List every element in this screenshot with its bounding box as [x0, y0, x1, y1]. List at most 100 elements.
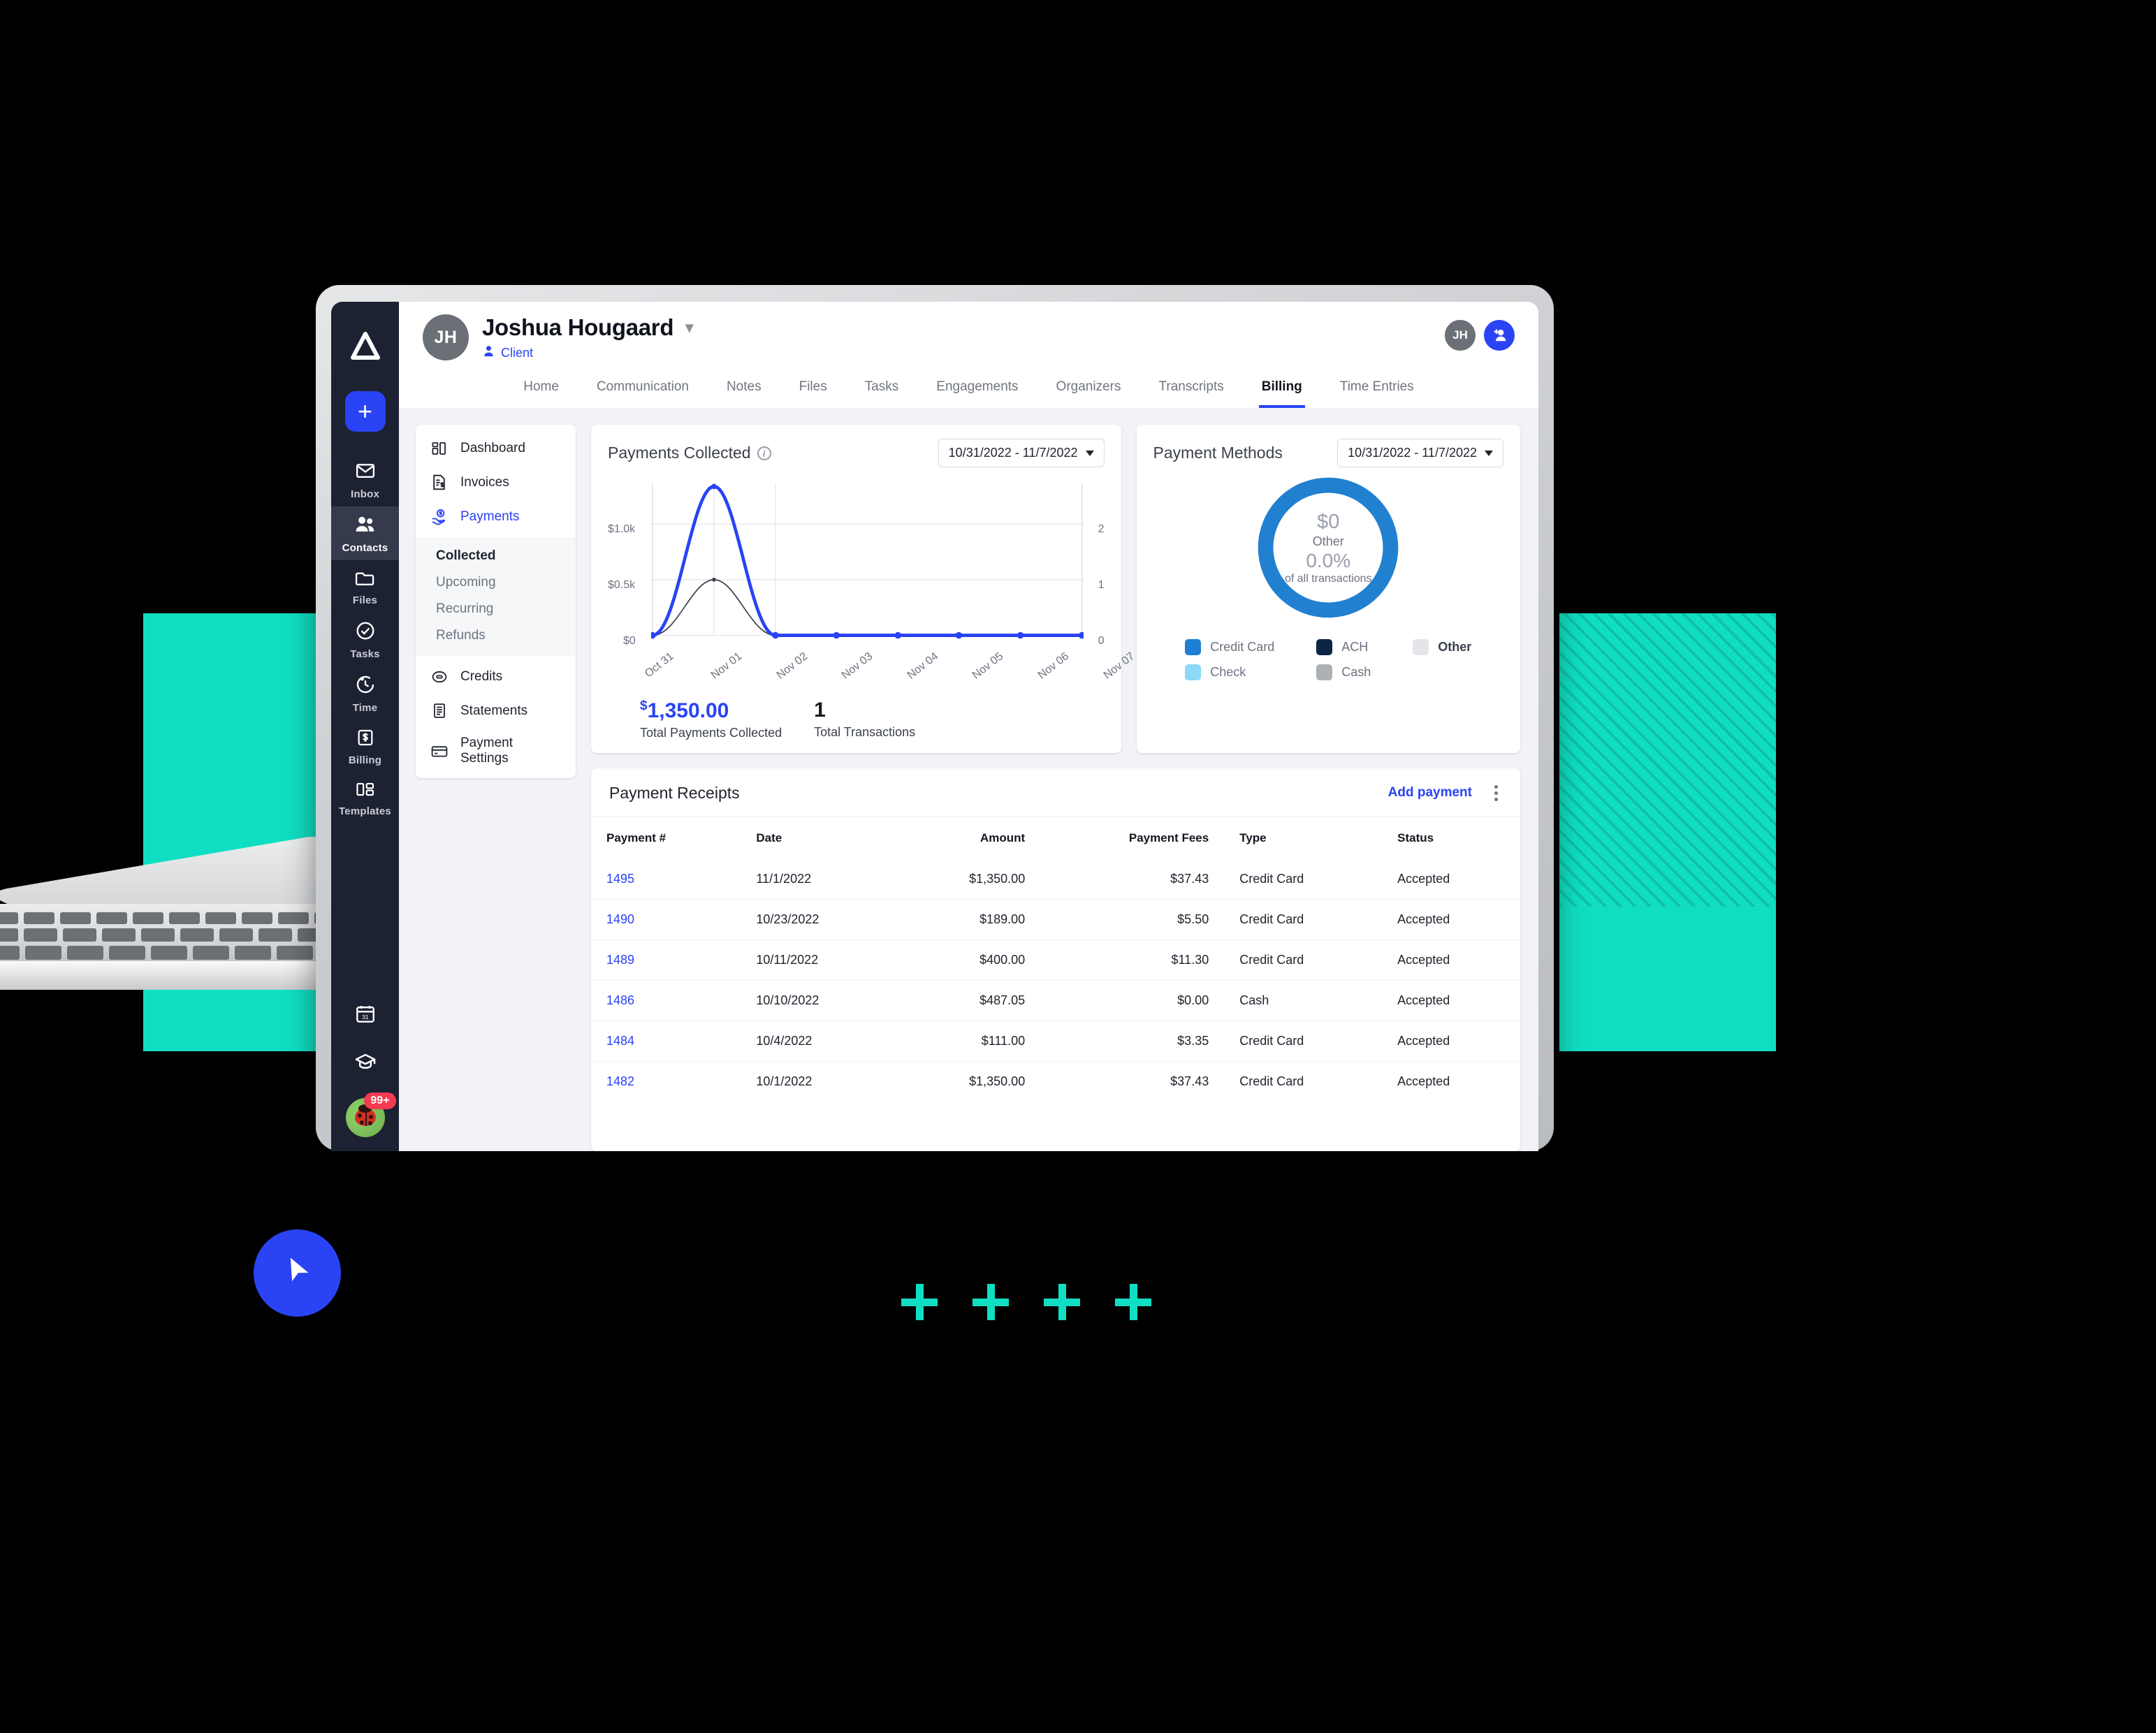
- cursor-arrow-icon: [290, 1257, 308, 1281]
- subnav-item-recurring[interactable]: Recurring: [416, 596, 576, 622]
- role-label: Client: [501, 345, 534, 360]
- tab-organizers[interactable]: Organizers: [1054, 376, 1124, 408]
- subnav-item-payment-settings[interactable]: Payment Settings: [416, 728, 576, 774]
- primary-sidebar: + Inbox Contacts Files Tasks Time Billin…: [331, 302, 399, 1151]
- bug-avatar[interactable]: 99+: [345, 1092, 396, 1137]
- tab-time-entries[interactable]: Time Entries: [1337, 376, 1417, 408]
- content-body: Dashboard Invoices Payments Collected Up…: [399, 408, 1538, 1151]
- tab-engagements[interactable]: Engagements: [933, 376, 1021, 408]
- graduation-cap-icon[interactable]: [354, 1051, 377, 1076]
- table-row[interactable]: 1489 10/11/2022 $400.00 $11.30 Credit Ca…: [591, 939, 1520, 980]
- donut-center-amount: $0: [1317, 510, 1340, 533]
- legend-item-other[interactable]: Other: [1413, 639, 1471, 655]
- more-vertical-icon[interactable]: [1490, 782, 1502, 804]
- subnav-item-invoices[interactable]: Invoices: [416, 465, 576, 499]
- donut-chart: $0 Other 0.0% of all transactions: [1252, 471, 1404, 624]
- cell-date: 10/11/2022: [741, 939, 897, 980]
- sidebar-item-contacts[interactable]: Contacts: [331, 506, 399, 560]
- y-axis-tick-right: 1: [1098, 579, 1105, 591]
- column-amount[interactable]: Amount: [896, 817, 1040, 859]
- legend-label: ACH: [1341, 640, 1369, 654]
- add-person-icon[interactable]: [1484, 320, 1515, 351]
- tab-notes[interactable]: Notes: [724, 376, 764, 408]
- legend-swatch: [1413, 639, 1429, 655]
- legend-item-ach[interactable]: ACH: [1316, 639, 1371, 655]
- legend-item-check[interactable]: Check: [1185, 664, 1274, 680]
- sidebar-item-templates[interactable]: Templates: [331, 773, 399, 824]
- cell-payment-number[interactable]: 1490: [591, 898, 741, 939]
- methods-date-range-select[interactable]: 10/31/2022 - 11/7/2022: [1337, 439, 1503, 467]
- legend-item-credit-card[interactable]: Credit Card: [1185, 639, 1274, 655]
- chevron-down-icon[interactable]: ▾: [685, 319, 693, 337]
- tab-communication[interactable]: Communication: [594, 376, 692, 408]
- table-row[interactable]: 1484 10/4/2022 $111.00 $3.35 Credit Card…: [591, 1020, 1520, 1061]
- line-chart-plot: [651, 483, 1084, 639]
- tab-home[interactable]: Home: [520, 376, 562, 408]
- table-row[interactable]: 1482 10/1/2022 $1,350.00 $37.43 Credit C…: [591, 1060, 1520, 1102]
- top-right-actions: JH: [1445, 314, 1515, 351]
- payments-date-range-select[interactable]: 10/31/2022 - 11/7/2022: [938, 439, 1105, 467]
- info-icon[interactable]: i: [757, 446, 771, 460]
- cell-payment-number[interactable]: 1482: [591, 1060, 741, 1102]
- table-row[interactable]: 1495 11/1/2022 $1,350.00 $37.43 Credit C…: [591, 859, 1520, 900]
- subnav-item-upcoming[interactable]: Upcoming: [416, 569, 576, 596]
- sidebar-item-inbox[interactable]: Inbox: [331, 453, 399, 506]
- sidebar-item-tasks[interactable]: Tasks: [331, 613, 399, 666]
- invoice-icon: [430, 473, 449, 492]
- subnav-item-refunds[interactable]: Refunds: [416, 622, 576, 649]
- sidebar-item-billing[interactable]: Billing: [331, 720, 399, 773]
- column-payment-number[interactable]: Payment #: [591, 817, 741, 859]
- cell-type: Credit Card: [1224, 1060, 1383, 1102]
- column-payment-fees[interactable]: Payment Fees: [1040, 817, 1224, 859]
- subnav-item-label: Statements: [460, 703, 528, 718]
- cell-payment-number[interactable]: 1484: [591, 1020, 741, 1061]
- tab-tasks[interactable]: Tasks: [862, 376, 902, 408]
- subnav-item-collected[interactable]: Collected: [416, 543, 576, 569]
- subnav-item-statements[interactable]: Statements: [416, 694, 576, 728]
- x-axis-tick: Oct 31: [642, 650, 676, 680]
- cell-payment-number[interactable]: 1489: [591, 939, 741, 980]
- x-axis-tick: Nov 03: [839, 650, 875, 682]
- sidebar-item-time[interactable]: Time: [331, 666, 399, 720]
- y-axis-tick-left: $0.5k: [608, 579, 636, 591]
- plus-mark-icon: [901, 1284, 938, 1320]
- subnav-item-payments[interactable]: Payments: [416, 499, 576, 534]
- column-type[interactable]: Type: [1224, 817, 1382, 859]
- y-axis-tick-left: $0: [623, 635, 636, 647]
- cell-status: Accepted: [1382, 1020, 1520, 1061]
- subnav-item-dashboard[interactable]: Dashboard: [416, 431, 576, 465]
- column-status[interactable]: Status: [1382, 817, 1520, 859]
- sidebar-item-label: Time: [352, 702, 378, 714]
- cell-type: Credit Card: [1224, 898, 1383, 939]
- cell-payment-number[interactable]: 1486: [591, 979, 741, 1021]
- column-date[interactable]: Date: [741, 817, 896, 859]
- role-badge[interactable]: Client: [482, 344, 693, 361]
- payments-summary-row: $1,350.00 Total Payments Collected 1 Tot…: [608, 699, 1105, 740]
- date-range-value: 10/31/2022 - 11/7/2022: [1348, 446, 1477, 460]
- tab-files[interactable]: Files: [796, 376, 830, 408]
- calendar-31-icon[interactable]: 31: [354, 1003, 377, 1029]
- check-circle-icon: [355, 620, 376, 645]
- subnav-item-label: Payment Settings: [460, 736, 513, 766]
- user-avatar[interactable]: JH: [1445, 320, 1476, 351]
- delta-logo-icon[interactable]: [344, 324, 387, 367]
- add-button[interactable]: +: [344, 391, 386, 432]
- tab-transcripts[interactable]: Transcripts: [1156, 376, 1226, 408]
- currency-symbol: $: [640, 699, 648, 713]
- subnav-item-credits[interactable]: Credits: [416, 659, 576, 694]
- cell-payment-number[interactable]: 1495: [591, 859, 741, 900]
- avatar: JH: [423, 314, 469, 360]
- add-payment-button[interactable]: Add payment: [1388, 785, 1472, 800]
- table-row[interactable]: 1486 10/10/2022 $487.05 $0.00 Cash Accep…: [591, 979, 1520, 1021]
- sidebar-item-files[interactable]: Files: [331, 560, 399, 613]
- total-transactions-value: 1: [814, 699, 826, 722]
- table-row[interactable]: 1490 10/23/2022 $189.00 $5.50 Credit Car…: [591, 898, 1520, 939]
- legend-item-cash[interactable]: Cash: [1316, 664, 1371, 680]
- dollar-box-icon: [356, 728, 375, 751]
- tab-billing[interactable]: Billing: [1258, 376, 1305, 408]
- caret-down-icon: [1485, 450, 1493, 456]
- legend-swatch: [1316, 664, 1333, 680]
- legend-label: Cash: [1341, 665, 1371, 679]
- envelope-icon: [355, 460, 376, 485]
- decorative-teal-block-right: [1559, 613, 1776, 1051]
